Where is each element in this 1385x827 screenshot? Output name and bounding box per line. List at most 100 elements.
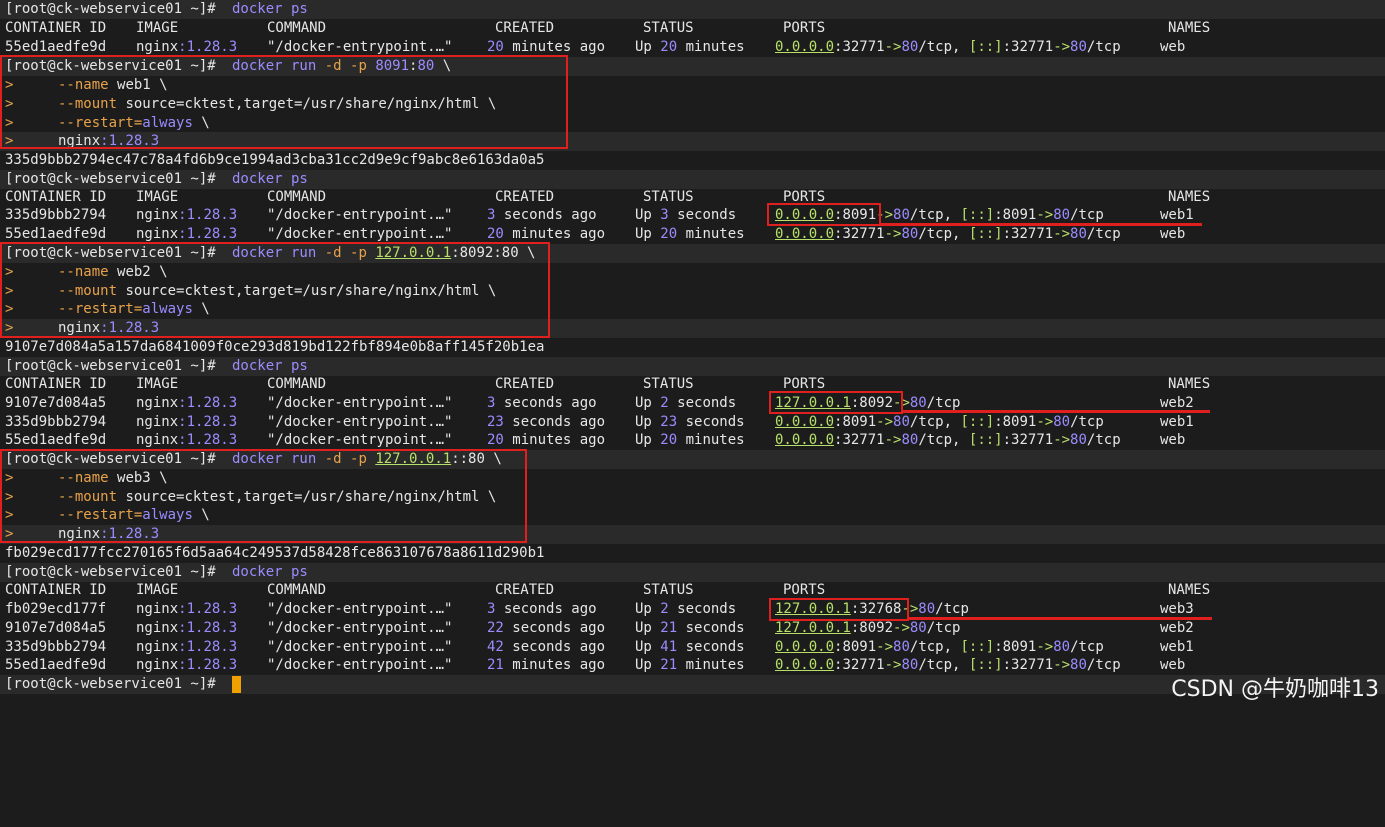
status: Up 21 seconds	[635, 620, 745, 636]
names: web2	[1160, 395, 1194, 411]
terminal-line: [root@ck-webservice01 ~]# docker ps	[0, 357, 1385, 376]
command: "/docker-entrypoint.…"	[267, 601, 453, 617]
created: 21 minutes ago	[487, 657, 606, 673]
command-text: docker run -d -p 127.0.0.1:8092:80 \	[232, 245, 536, 261]
status: Up 20 minutes	[635, 39, 745, 55]
command-text: --name web2 \	[58, 264, 168, 280]
created: 3 seconds ago	[487, 395, 597, 411]
created: 3 seconds ago	[487, 601, 597, 617]
table-header: CONTAINER ID IMAGE COMMAND CREATED STATU…	[0, 19, 1385, 38]
header-names: NAMES	[1168, 189, 1211, 205]
table-header: CONTAINER ID IMAGE COMMAND CREATED STATU…	[0, 581, 1385, 600]
header-status: STATUS	[643, 582, 694, 598]
image: nginx:1.28.3	[136, 226, 238, 242]
command-text: --restart=always \	[58, 115, 210, 131]
continuation-mark: >	[5, 96, 14, 112]
terminal-line: [root@ck-webservice01 ~]# docker ps	[0, 563, 1385, 582]
container-id: fb029ecd177f	[5, 601, 107, 617]
header-container-id: CONTAINER ID	[5, 376, 107, 392]
header-container-id: CONTAINER ID	[5, 20, 107, 36]
created: 42 seconds ago	[487, 639, 606, 655]
table-row: 335d9bbb2794 nginx:1.28.3 "/docker-entry…	[0, 206, 1385, 225]
table-row: 9107e7d084a5 nginx:1.28.3 "/docker-entry…	[0, 619, 1385, 638]
status: Up 20 minutes	[635, 226, 745, 242]
image: nginx:1.28.3	[136, 207, 238, 223]
names: web	[1160, 432, 1186, 448]
ports: 0.0.0.0:32771->80/tcp, [::]:32771->80/tc…	[775, 226, 1121, 242]
command: "/docker-entrypoint.…"	[267, 639, 453, 655]
names: web	[1160, 226, 1186, 242]
continuation-mark: >	[5, 77, 14, 93]
names: web3	[1160, 601, 1194, 617]
ports: 0.0.0.0:8091->80/tcp, [::]:8091->80/tcp	[775, 639, 1104, 655]
header-created: CREATED	[495, 582, 555, 598]
text-cursor[interactable]	[228, 675, 241, 694]
image: nginx:1.28.3	[136, 432, 238, 448]
continuation-mark: >	[5, 470, 14, 486]
terminal-line: > --restart=always \	[0, 300, 1385, 319]
container-id: 55ed1aedfe9d	[5, 657, 107, 673]
continuation-mark: >	[5, 283, 14, 299]
names: web	[1160, 39, 1186, 55]
header-command: COMMAND	[267, 189, 327, 205]
terminal-line: 335d9bbb2794ec47c78a4fd6b9ce1994ad3cba31…	[0, 151, 1385, 170]
names: web1	[1160, 639, 1194, 655]
header-status: STATUS	[643, 20, 694, 36]
shell-prompt: [root@ck-webservice01 ~]#	[5, 1, 216, 17]
command: "/docker-entrypoint.…"	[267, 432, 453, 448]
status: Up 23 seconds	[635, 414, 745, 430]
watermark: CSDN @牛奶咖啡13	[1171, 677, 1379, 702]
command-text: --restart=always \	[58, 301, 210, 317]
shell-prompt: [root@ck-webservice01 ~]#	[5, 451, 216, 467]
terminal-line: > nginx:1.28.3	[0, 525, 1385, 544]
header-command: COMMAND	[267, 376, 327, 392]
container-id: 55ed1aedfe9d	[5, 39, 107, 55]
names: web1	[1160, 414, 1194, 430]
terminal-window[interactable]: [root@ck-webservice01 ~]# docker ps CONT…	[0, 0, 1385, 713]
terminal-line: fb029ecd177fcc270165f6d5aa64c249537d5842…	[0, 544, 1385, 563]
header-container-id: CONTAINER ID	[5, 189, 107, 205]
table-row: fb029ecd177f nginx:1.28.3 "/docker-entry…	[0, 600, 1385, 619]
created: 20 minutes ago	[487, 432, 606, 448]
continuation-mark: >	[5, 320, 14, 336]
names: web2	[1160, 620, 1194, 636]
table-row: 9107e7d084a5 nginx:1.28.3 "/docker-entry…	[0, 394, 1385, 413]
command: "/docker-entrypoint.…"	[267, 226, 453, 242]
header-image: IMAGE	[136, 582, 179, 598]
container-hash: 9107e7d084a5a157da6841009f0ce293d819bd12…	[5, 339, 545, 355]
image: nginx:1.28.3	[136, 39, 238, 55]
command-text: docker ps	[232, 171, 308, 187]
container-id: 9107e7d084a5	[5, 620, 107, 636]
header-container-id: CONTAINER ID	[5, 582, 107, 598]
terminal-line: > --restart=always \	[0, 506, 1385, 525]
ports: 0.0.0.0:8091->80/tcp, [::]:8091->80/tcp	[775, 207, 1104, 223]
terminal-line: [root@ck-webservice01 ~]# docker ps	[0, 0, 1385, 19]
status: Up 3 seconds	[635, 207, 737, 223]
ports: 127.0.0.1:8092->80/tcp	[775, 395, 961, 411]
created: 23 seconds ago	[487, 414, 606, 430]
command-text: docker ps	[232, 564, 308, 580]
ports: 127.0.0.1:8092->80/tcp	[775, 620, 961, 636]
continuation-mark: >	[5, 133, 14, 149]
terminal-line: [root@ck-webservice01 ~]# docker run -d …	[0, 450, 1385, 469]
command-text: docker run -d -p 8091:80 \	[232, 58, 452, 74]
container-id: 55ed1aedfe9d	[5, 432, 107, 448]
container-id: 9107e7d084a5	[5, 395, 107, 411]
command-text: --mount source=cktest,target=/usr/share/…	[58, 283, 497, 299]
image: nginx:1.28.3	[136, 657, 238, 673]
command-text: docker ps	[232, 358, 308, 374]
table-header: CONTAINER ID IMAGE COMMAND CREATED STATU…	[0, 375, 1385, 394]
header-created: CREATED	[495, 376, 555, 392]
ports: 0.0.0.0:32771->80/tcp, [::]:32771->80/tc…	[775, 39, 1121, 55]
status: Up 41 seconds	[635, 639, 745, 655]
header-names: NAMES	[1168, 582, 1211, 598]
container-id: 335d9bbb2794	[5, 414, 107, 430]
table-row: 335d9bbb2794 nginx:1.28.3 "/docker-entry…	[0, 413, 1385, 432]
continuation-mark: >	[5, 526, 14, 542]
header-image: IMAGE	[136, 376, 179, 392]
terminal-line: > nginx:1.28.3	[0, 319, 1385, 338]
terminal-line: > --name web1 \	[0, 76, 1385, 95]
names: web1	[1160, 207, 1194, 223]
shell-prompt: [root@ck-webservice01 ~]#	[5, 58, 216, 74]
container-id: 335d9bbb2794	[5, 207, 107, 223]
